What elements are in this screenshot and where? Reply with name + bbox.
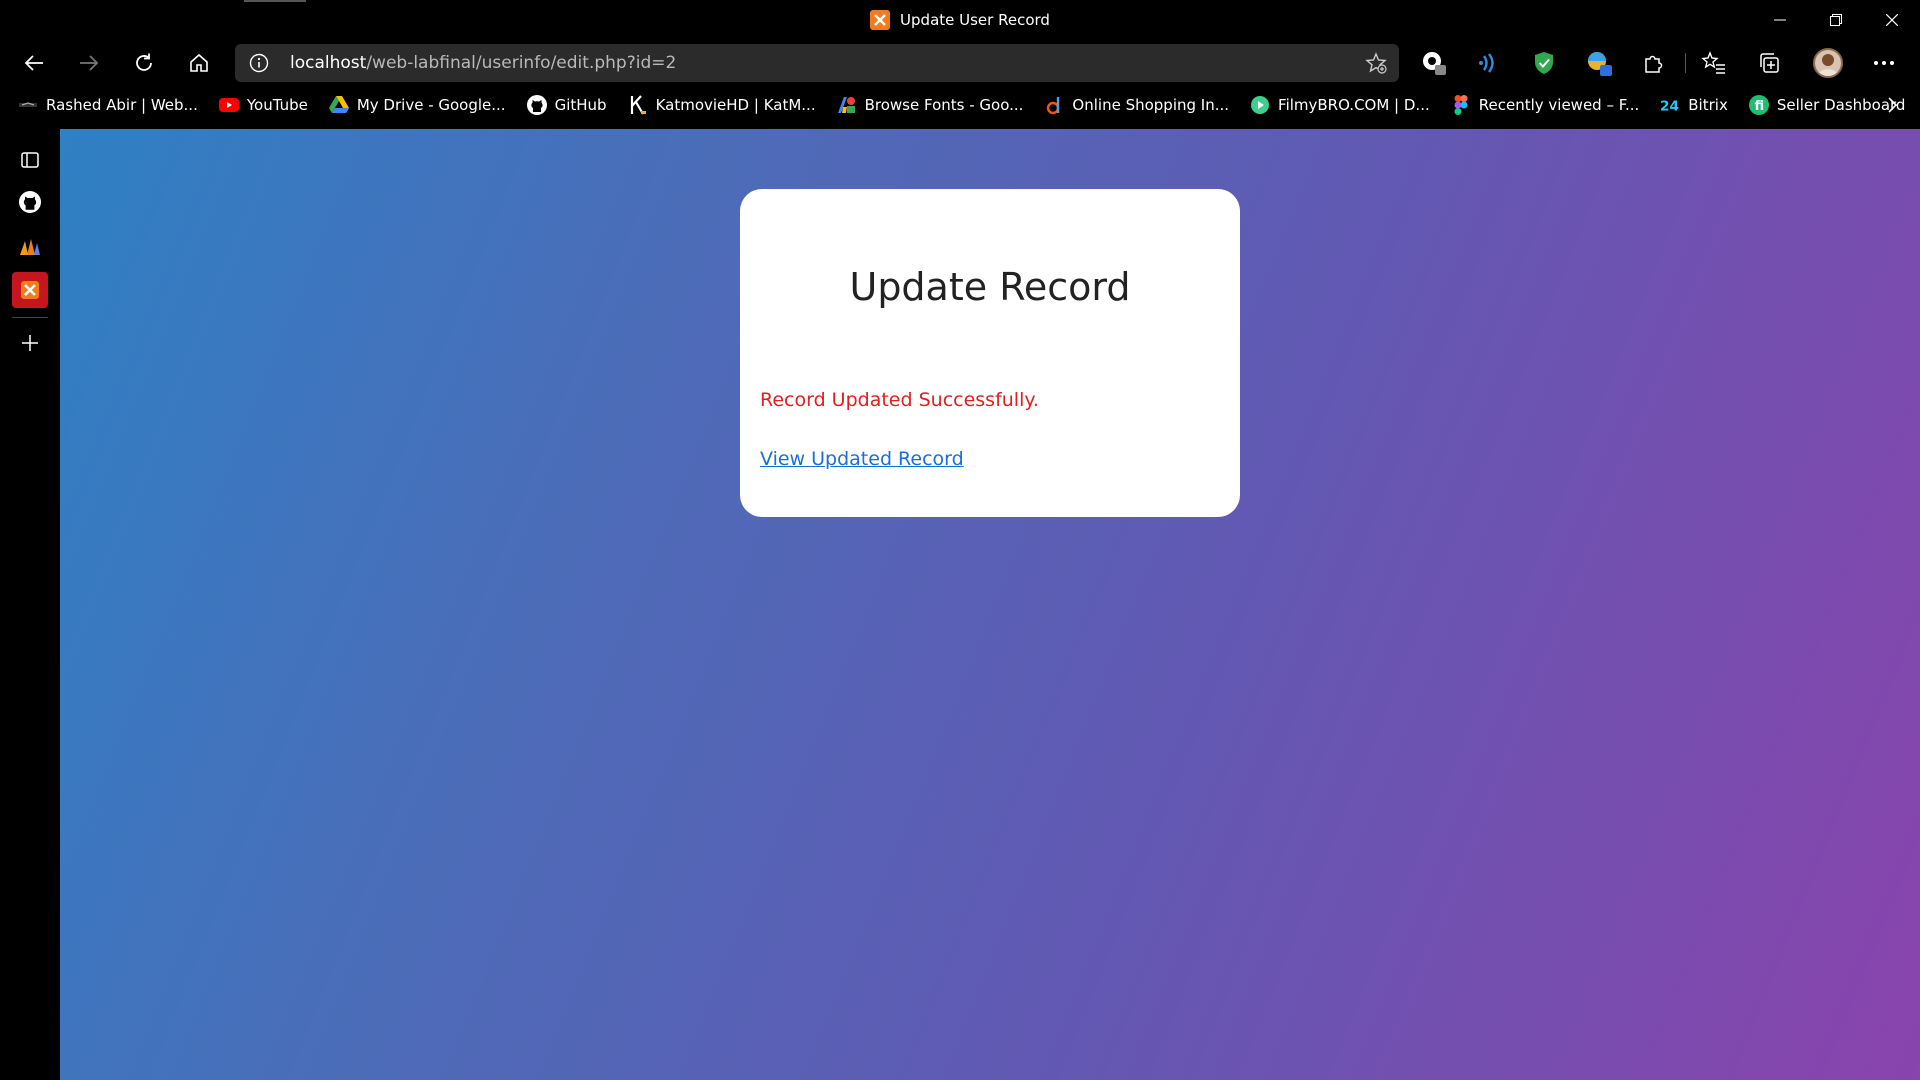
extension-color[interactable] [1584,48,1614,78]
restore-icon [1830,14,1842,26]
svg-text:fi: fi [1754,99,1764,114]
bookmark-katmoviehd[interactable]: KatmovieHD | KatM... [628,95,816,115]
sidebar-tab-xampp[interactable] [12,272,48,308]
svg-text:24: 24 [1660,98,1679,114]
tracker-extension-icon [1423,52,1446,75]
daraz-icon [1044,95,1064,115]
bookmark-github[interactable]: GitHub [526,95,607,115]
settings-more-button[interactable] [1869,48,1899,78]
more-dots-icon [1874,61,1894,65]
restore-button[interactable] [1808,0,1864,40]
forward-arrow-icon [80,55,99,71]
url-path: /web-labfinal/userinfo/edit.php?id=2 [366,53,677,73]
page-viewport: Update Record Record Updated Successfull… [60,129,1920,1080]
minimize-icon [1774,19,1786,21]
bookmark-label: GitHub [554,96,607,114]
url-text[interactable]: localhost/web-labfinal/userinfo/edit.php… [290,44,676,82]
tab-actions-icon [21,152,39,168]
add-favorite-icon[interactable] [1365,52,1387,74]
success-message: Record Updated Successfully. [760,389,1039,411]
bookmark-youtube[interactable]: YouTube [218,95,308,115]
update-record-card: Update Record Record Updated Successfull… [740,189,1240,517]
address-bar[interactable]: localhost/web-labfinal/userinfo/edit.php… [235,44,1399,82]
sidebar-tab-github[interactable] [12,184,48,220]
bookmark-label: Recently viewed – F... [1478,96,1640,114]
sidebar-divider [12,317,48,318]
title-bar: Update User Record [0,0,1920,40]
tab-actions-button[interactable] [12,142,48,178]
xampp-tab-icon [870,10,891,30]
back-arrow-icon [24,55,43,71]
minimize-button[interactable] [1752,0,1808,40]
extension-tracker[interactable] [1419,48,1449,78]
rashed-abir-favicon [18,95,38,115]
collections-button[interactable] [1754,48,1784,78]
forward-button[interactable] [71,45,107,81]
extensions-button[interactable] [1639,48,1669,78]
toolbar-divider [1685,53,1686,73]
fiverr-icon: fi [1748,95,1769,115]
favorites-button[interactable] [1699,48,1729,78]
bookmark-label: Bitrix [1688,96,1728,114]
url-host: localhost [290,53,367,73]
signal-extension-icon [1479,53,1494,73]
bookmark-label: KatmovieHD | KatM... [655,96,816,114]
github-icon [19,191,41,213]
home-button[interactable] [181,45,217,81]
google-fonts-icon [837,95,857,115]
bitrix24-icon: 24 [1660,95,1680,115]
github-icon [526,95,547,115]
bookmark-daraz[interactable]: Online Shopping In... [1044,95,1229,115]
close-icon [1886,14,1898,26]
katmovie-icon [628,95,648,115]
figma-icon [1451,95,1471,115]
filmybro-icon [1250,95,1270,115]
extension-wireless[interactable] [1474,48,1504,78]
bookmark-google-drive[interactable]: My Drive - Google... [328,95,506,115]
window-title: Update User Record [900,11,1050,29]
new-tab-button[interactable] [12,325,48,361]
home-icon [190,53,208,72]
phpmyadmin-icon [20,239,40,255]
shield-icon [1535,52,1553,74]
back-button[interactable] [16,45,52,81]
bookmark-filmybro[interactable]: FilmyBRO.COM | D... [1250,95,1430,115]
bookmark-label: YouTube [246,96,308,114]
extension-shield[interactable] [1529,48,1559,78]
xampp-icon [21,281,39,299]
puzzle-icon [1645,55,1663,73]
chevron-right-icon[interactable] [1882,95,1902,115]
vertical-tabs-sidebar [0,124,60,1080]
avatar-icon [1817,54,1839,76]
sidebar-tab-pma[interactable] [12,229,48,265]
bookmarks-bar: Rashed Abir | Web... YouTube My Drive - … [0,86,1920,124]
profile-avatar[interactable] [1813,48,1843,78]
info-icon[interactable] [249,53,269,73]
bookmark-google-fonts[interactable]: Browse Fonts - Goo... [837,95,1024,115]
bookmark-label: FilmyBRO.COM | D... [1278,96,1430,114]
bookmark-figma[interactable]: Recently viewed – F... [1451,95,1640,115]
view-updated-record-link[interactable]: View Updated Record [760,448,964,470]
bookmark-bitrix[interactable]: 24 Bitrix [1660,95,1728,115]
bookmark-label: Online Shopping In... [1072,96,1230,114]
refresh-icon [136,53,152,71]
navigation-bar: localhost/web-labfinal/userinfo/edit.php… [0,40,1920,86]
google-drive-icon [328,95,349,115]
bookmark-label: Rashed Abir | Web... [46,96,198,114]
favorites-icon [1701,51,1725,74]
youtube-icon [218,95,239,115]
bookmark-rashed-abir[interactable]: Rashed Abir | Web... [18,95,198,115]
color-picker-icon [1588,52,1612,76]
plus-icon [22,335,38,351]
close-button[interactable] [1864,0,1920,40]
page-title: Update Record [849,265,1131,309]
collections-icon [1760,53,1779,73]
bookmark-label: My Drive - Google... [356,96,506,114]
bookmark-label: Browse Fonts - Goo... [864,96,1024,114]
refresh-button[interactable] [126,45,162,81]
